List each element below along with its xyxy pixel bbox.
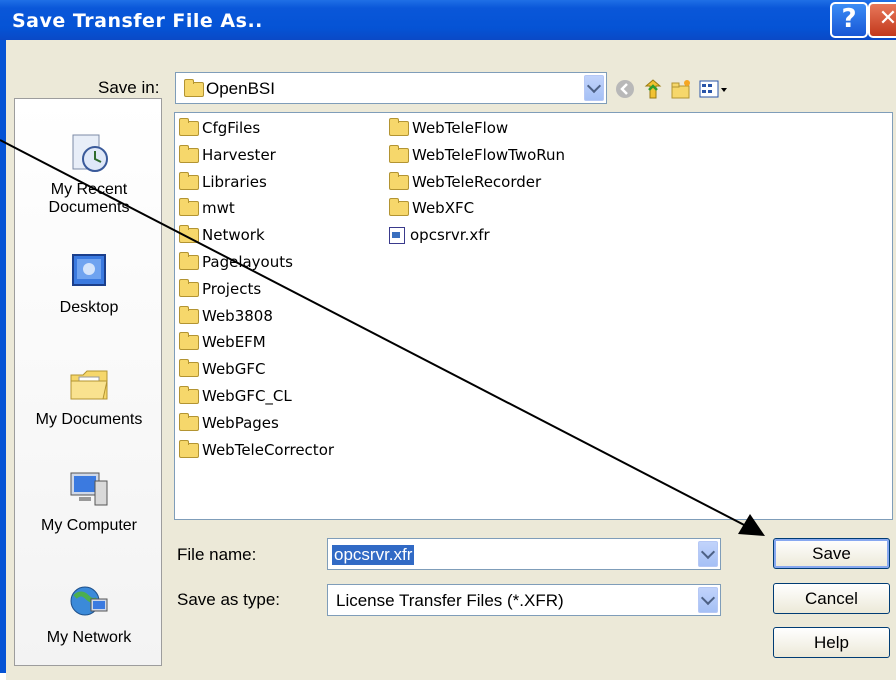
folder-item[interactable]: WebEFM <box>179 332 266 352</box>
folder-name: WebPages <box>202 413 279 432</box>
folder-name: WebGFC_CL <box>202 387 292 405</box>
save-as-type-label: Save as type: <box>177 590 281 609</box>
folder-icon <box>179 359 199 378</box>
chevron-down-icon[interactable] <box>698 587 718 613</box>
folder-name: Projects <box>202 279 262 298</box>
desktop-icon <box>72 254 106 286</box>
window-border <box>0 40 6 673</box>
folder-name: WebTeleFlow <box>412 119 509 137</box>
save-in-label: Save in: <box>98 78 160 97</box>
folder-icon <box>179 412 199 431</box>
folder-icon <box>179 439 199 458</box>
folder-item[interactable]: WebGFC_CL <box>179 386 292 405</box>
folder-item[interactable]: WebTeleRecorder <box>389 171 542 191</box>
file-name-label: File name: <box>177 545 257 564</box>
place-my-documents[interactable]: My Documents <box>15 361 163 429</box>
folder-name: Libraries <box>202 172 267 191</box>
folder-name: CfgFiles <box>202 119 261 137</box>
dialog-title: Save Transfer File As.. <box>12 10 263 32</box>
my-computer-icon <box>70 472 108 506</box>
folder-icon <box>179 252 199 270</box>
place-label: My Computer <box>40 517 138 534</box>
new-folder-icon[interactable] <box>670 78 692 100</box>
file-name-combo[interactable]: opcsrvr.xfr <box>327 538 721 570</box>
folder-icon <box>179 225 199 244</box>
folder-item[interactable]: Web3808 <box>179 305 273 325</box>
file-name-input[interactable]: opcsrvr.xfr <box>332 545 415 565</box>
save-in-value: OpenBSI <box>206 79 275 98</box>
place-label: My Recent Documents <box>48 181 130 216</box>
folder-item[interactable]: WebPages <box>179 412 279 432</box>
up-folder-icon[interactable] <box>642 78 664 100</box>
folder-item[interactable]: WebGFC <box>179 359 266 379</box>
folder-name: WebXFC <box>412 199 475 218</box>
cancel-button[interactable]: Cancel <box>773 583 890 614</box>
folder-name: Network <box>202 226 265 245</box>
chevron-down-icon[interactable] <box>698 541 718 567</box>
folder-item[interactable]: WebXFC <box>389 198 475 218</box>
folder-name: WebTeleCorrector <box>202 440 335 459</box>
folder-icon <box>179 332 199 351</box>
folder-icon <box>179 386 199 404</box>
views-menu-icon[interactable] <box>698 78 730 100</box>
folder-icon <box>179 198 199 217</box>
folder-item[interactable]: WebTeleFlow <box>389 118 509 137</box>
folder-name: WebEFM <box>202 333 266 352</box>
folder-icon <box>179 305 199 324</box>
place-label: My Documents <box>35 411 143 428</box>
place-label: My Network <box>46 629 132 646</box>
my-documents-icon <box>70 370 108 400</box>
folder-item[interactable]: Network <box>179 225 265 245</box>
folder-name: mwt <box>202 199 235 218</box>
folder-item[interactable]: mwt <box>179 198 235 218</box>
folder-icon <box>179 118 199 136</box>
recent-documents-icon <box>72 134 108 172</box>
folder-name: Harvester <box>202 145 276 164</box>
folder-item[interactable]: WebTeleFlowTwoRun <box>389 144 566 164</box>
save-in-combo[interactable]: OpenBSI <box>175 72 607 104</box>
file-name: opcsrvr.xfr <box>410 226 490 245</box>
folder-name: WebTeleFlowTwoRun <box>412 145 566 164</box>
folder-item[interactable]: Libraries <box>179 171 267 191</box>
save-dialog: Save Transfer File As.. ? ✕ Save in: Ope… <box>0 0 896 680</box>
place-my-network[interactable]: My Network <box>15 579 163 647</box>
folder-icon <box>389 171 409 190</box>
folder-item[interactable]: WebTeleCorrector <box>179 439 335 459</box>
folder-name: Pagelayouts <box>202 253 293 271</box>
title-close-button[interactable]: ✕ <box>868 2 896 38</box>
file-item[interactable]: opcsrvr.xfr <box>389 226 490 245</box>
folder-item[interactable]: Harvester <box>179 144 276 164</box>
back-icon[interactable] <box>614 78 636 100</box>
folder-icon <box>389 198 409 217</box>
places-bar: My Recent Documents Desktop My Documents <box>14 98 162 666</box>
xfr-file-icon <box>389 227 405 245</box>
folder-item[interactable]: Projects <box>179 278 262 298</box>
folder-icon <box>389 144 409 163</box>
folder-icon <box>389 118 409 136</box>
folder-item[interactable]: Pagelayouts <box>179 252 293 271</box>
folder-name: Web3808 <box>202 306 273 325</box>
place-label: Desktop <box>59 299 119 316</box>
save-as-type-value: License Transfer Files (*.XFR) <box>336 591 564 610</box>
place-desktop[interactable]: Desktop <box>15 249 163 317</box>
help-button[interactable]: Help <box>773 627 890 658</box>
folder-item[interactable]: CfgFiles <box>179 118 261 137</box>
save-as-type-combo[interactable]: License Transfer Files (*.XFR) <box>327 584 721 616</box>
title-bar[interactable]: Save Transfer File As.. ? ✕ <box>0 0 896 40</box>
folder-name: WebTeleRecorder <box>412 172 542 191</box>
title-help-button[interactable]: ? <box>830 2 868 38</box>
file-list[interactable]: CfgFiles Harvester Libraries mwt Network Page… <box>174 112 893 520</box>
chevron-down-icon[interactable] <box>584 75 604 101</box>
folder-icon <box>179 144 199 163</box>
place-recent-documents[interactable]: My Recent Documents <box>15 131 163 217</box>
folder-name: WebGFC <box>202 360 266 379</box>
place-my-computer[interactable]: My Computer <box>15 467 163 535</box>
folder-icon <box>179 278 199 297</box>
save-button[interactable]: Save <box>773 538 890 569</box>
folder-icon <box>179 171 199 190</box>
folder-icon <box>184 79 204 97</box>
my-network-icon <box>70 586 108 616</box>
